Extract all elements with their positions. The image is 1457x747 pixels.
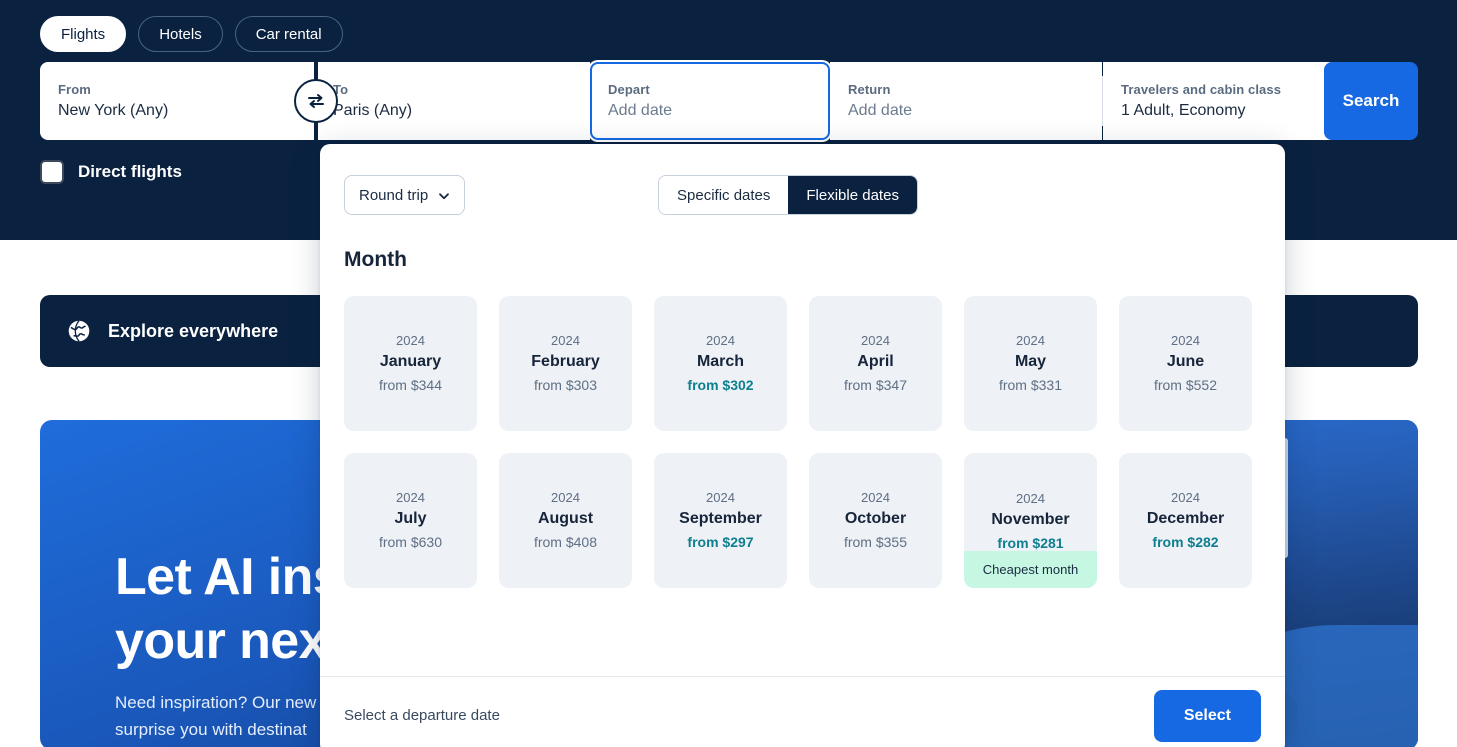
depart-date-field[interactable]: Depart Add date	[590, 62, 830, 140]
month-card-march[interactable]: 2024Marchfrom $302	[654, 296, 787, 431]
month-price: from $344	[379, 375, 442, 396]
month-card-february[interactable]: 2024Februaryfrom $303	[499, 296, 632, 431]
month-price: from $297	[687, 532, 753, 553]
month-year: 2024	[1016, 331, 1045, 350]
month-card-november[interactable]: 2024Novemberfrom $281Cheapest month	[964, 453, 1097, 588]
month-price: from $331	[999, 375, 1062, 396]
tab-hotels-label: Hotels	[159, 26, 202, 43]
direct-flights-row[interactable]: Direct flights	[40, 160, 182, 184]
depart-label: Depart	[608, 82, 812, 97]
travelers-cabin-field[interactable]: Travelers and cabin class 1 Adult, Econo…	[1103, 62, 1339, 140]
swap-arrows-icon[interactable]	[294, 79, 338, 123]
direct-flights-checkbox[interactable]	[40, 160, 64, 184]
month-year: 2024	[1171, 488, 1200, 507]
month-name: September	[679, 507, 762, 530]
travelers-value: 1 Adult, Economy	[1121, 102, 1321, 120]
month-price: from $303	[534, 375, 597, 396]
flight-search-form: From New York (Any) To Paris (Any) Depar…	[40, 62, 1418, 140]
month-name: June	[1167, 350, 1204, 373]
month-name: March	[697, 350, 744, 373]
month-card-july[interactable]: 2024Julyfrom $630	[344, 453, 477, 588]
return-date-field[interactable]: Return Add date	[830, 62, 1102, 140]
month-year: 2024	[861, 488, 890, 507]
tab-flights[interactable]: Flights	[40, 16, 126, 52]
month-name: July	[394, 507, 426, 530]
month-card-june[interactable]: 2024Junefrom $552	[1119, 296, 1252, 431]
month-name: February	[531, 350, 599, 373]
trip-type-label: Round trip	[359, 187, 428, 204]
month-year: 2024	[1171, 331, 1200, 350]
month-name: May	[1015, 350, 1046, 373]
month-card-april[interactable]: 2024Aprilfrom $347	[809, 296, 942, 431]
month-price: from $630	[379, 532, 442, 553]
month-price: from $347	[844, 375, 907, 396]
month-name: October	[845, 507, 906, 530]
travelers-label: Travelers and cabin class	[1121, 82, 1321, 97]
tab-flights-label: Flights	[61, 26, 105, 43]
origin-field[interactable]: From New York (Any)	[40, 62, 315, 140]
month-card-january[interactable]: 2024Januaryfrom $344	[344, 296, 477, 431]
product-tabs: Flights Hotels Car rental	[40, 16, 343, 52]
month-year: 2024	[551, 488, 580, 507]
date-picker-body: Month 2024Januaryfrom $3442024Februaryfr…	[320, 248, 1285, 588]
month-year: 2024	[706, 331, 735, 350]
destination-label: To	[333, 82, 572, 97]
date-picker-panel: Round trip Specific dates Flexible dates…	[320, 144, 1285, 747]
month-year: 2024	[396, 331, 425, 350]
search-button[interactable]: Search	[1324, 62, 1418, 140]
month-card-october[interactable]: 2024Octoberfrom $355	[809, 453, 942, 588]
chevron-down-icon	[438, 189, 450, 201]
depart-value: Add date	[608, 102, 812, 120]
explore-everywhere-label: Explore everywhere	[108, 321, 278, 342]
month-year: 2024	[551, 331, 580, 350]
page-root: Flights Hotels Car rental From New York …	[0, 0, 1457, 747]
date-mode-toggle: Specific dates Flexible dates	[658, 175, 918, 215]
month-name: January	[380, 350, 441, 373]
origin-value: New York (Any)	[58, 102, 297, 120]
tab-car-rental[interactable]: Car rental	[235, 16, 343, 52]
month-year: 2024	[861, 331, 890, 350]
tab-flexible-dates[interactable]: Flexible dates	[788, 176, 917, 214]
month-card-august[interactable]: 2024Augustfrom $408	[499, 453, 632, 588]
month-grid: 2024Januaryfrom $3442024Februaryfrom $30…	[344, 296, 1261, 588]
cheapest-month-badge: Cheapest month	[964, 551, 1097, 588]
date-picker-toolbar: Round trip Specific dates Flexible dates	[320, 144, 1285, 230]
month-year: 2024	[396, 488, 425, 507]
trip-type-dropdown[interactable]: Round trip	[344, 175, 465, 215]
month-name: December	[1147, 507, 1224, 530]
return-label: Return	[848, 82, 1084, 97]
month-price: from $552	[1154, 375, 1217, 396]
month-name: November	[991, 508, 1069, 531]
month-card-september[interactable]: 2024Septemberfrom $297	[654, 453, 787, 588]
destination-value: Paris (Any)	[333, 102, 572, 120]
month-price: from $302	[687, 375, 753, 396]
origin-label: From	[58, 82, 297, 97]
month-section-title: Month	[344, 248, 1261, 272]
tab-specific-dates[interactable]: Specific dates	[659, 176, 788, 214]
footer-note: Select a departure date	[344, 707, 500, 724]
month-price: from $282	[1152, 532, 1218, 553]
date-picker-footer: Select a departure date Select	[320, 676, 1285, 747]
month-card-december[interactable]: 2024Decemberfrom $282	[1119, 453, 1252, 588]
return-value: Add date	[848, 102, 1084, 120]
month-year: 2024	[706, 488, 735, 507]
tab-car-rental-label: Car rental	[256, 26, 322, 43]
globe-icon	[66, 318, 92, 344]
month-name: August	[538, 507, 593, 530]
direct-flights-label: Direct flights	[78, 162, 182, 182]
month-card-may[interactable]: 2024Mayfrom $331	[964, 296, 1097, 431]
month-year: 2024	[1016, 489, 1045, 508]
tab-hotels[interactable]: Hotels	[138, 16, 223, 52]
destination-field[interactable]: To Paris (Any)	[315, 62, 590, 140]
month-price: from $408	[534, 532, 597, 553]
month-name: April	[857, 350, 893, 373]
select-button[interactable]: Select	[1154, 690, 1261, 742]
month-price: from $355	[844, 532, 907, 553]
